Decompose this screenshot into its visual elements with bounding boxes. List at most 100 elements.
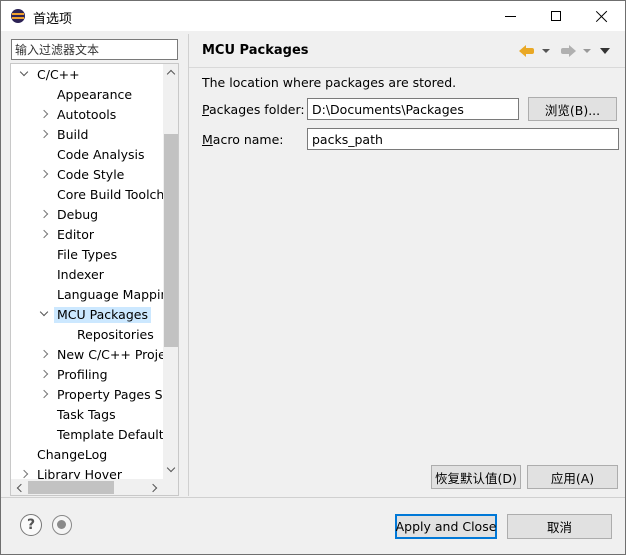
chevron-down-icon[interactable] [39, 309, 49, 319]
scroll-right-icon[interactable] [147, 479, 163, 495]
tree-item[interactable]: Debug [11, 205, 163, 225]
tree-item-label: Build [57, 127, 89, 142]
back-arrow-icon[interactable] [519, 42, 535, 60]
packages-folder-mnemonic: P [202, 102, 209, 117]
scroll-corner [163, 479, 178, 495]
preference-page: MCU Packages The location where packages… [188, 34, 625, 496]
window-title: 首选项 [33, 12, 73, 27]
chevron-right-icon[interactable] [39, 229, 49, 239]
tree-item[interactable]: Core Build Toolchains [11, 185, 163, 205]
chevron-right-icon[interactable] [39, 349, 49, 359]
apply-and-close-button[interactable]: Apply and Close [395, 514, 497, 539]
tree-item[interactable]: Code Style [11, 165, 163, 185]
tree-vertical-scrollbar[interactable] [163, 64, 178, 479]
tree-item-label: Task Tags [57, 407, 116, 422]
apply-button[interactable]: 应用(A) [527, 465, 618, 489]
forward-history-dropdown[interactable] [582, 42, 592, 60]
tree-item[interactable]: File Types [11, 245, 163, 265]
tree-item[interactable]: Code Analysis [11, 145, 163, 165]
tree-item[interactable]: Indexer [11, 265, 163, 285]
tree-item-label: Autotools [57, 107, 117, 122]
tree-item[interactable]: Property Pages Settings [11, 385, 163, 405]
help-icon[interactable]: ? [20, 514, 42, 536]
tree-item-label: Editor [57, 227, 94, 242]
eclipse-app-icon [11, 9, 25, 23]
tree-item-label: Debug [57, 207, 99, 222]
page-description: The location where packages are stored. [202, 75, 457, 90]
tree-item-label: Core Build Toolchains [57, 187, 163, 202]
tree-item-label: Language Mappings [57, 287, 163, 302]
macro-name-label-text: acro name: [212, 132, 284, 147]
packages-folder-label: Packages folder: [202, 102, 305, 117]
chevron-right-icon[interactable] [39, 369, 49, 379]
preferences-window: 首选项 C/C++ Appearance Autotools Build Code An… [0, 0, 626, 555]
tree-horizontal-scrollbar[interactable] [11, 479, 178, 495]
tree-item[interactable]: ChangeLog [11, 445, 163, 465]
tree-item[interactable]: Language Mappings [11, 285, 163, 305]
preferences-tree: C/C++ Appearance Autotools Build Code Analys… [10, 63, 179, 496]
restore-defaults-button[interactable]: 恢复默认值(D) [431, 465, 521, 489]
tree-item[interactable]: Task Tags [11, 405, 163, 425]
tree-item-label: ChangeLog [37, 447, 108, 462]
scroll-down-icon[interactable] [163, 463, 178, 479]
scroll-thumb[interactable] [164, 134, 178, 347]
packages-folder-label-text: ackages folder: [208, 102, 305, 117]
cancel-button[interactable]: 取消 [507, 514, 612, 539]
bottom-separator [1, 497, 625, 498]
back-history-dropdown[interactable] [541, 42, 551, 60]
maximize-icon [551, 11, 561, 21]
tree-item-label: Indexer [57, 267, 104, 282]
packages-folder-input[interactable] [307, 98, 519, 120]
tree-item[interactable]: Editor [11, 225, 163, 245]
macro-name-input[interactable] [307, 128, 619, 150]
browse-button[interactable]: 浏览(B)... [528, 97, 617, 121]
chevron-right-icon[interactable] [39, 169, 49, 179]
tree-item-label: Property Pages Settings [57, 387, 163, 402]
tree-item[interactable]: Build [11, 125, 163, 145]
title-separator [189, 67, 625, 68]
tree-item[interactable]: C/C++ [11, 65, 163, 85]
tree-item-label: Code Analysis [57, 147, 145, 162]
macro-name-mnemonic: M [202, 132, 213, 147]
scroll-left-icon[interactable] [11, 479, 27, 495]
tree-item[interactable]: Template Default Values [11, 425, 163, 445]
chevron-down-icon[interactable] [19, 69, 29, 79]
filter-input[interactable] [11, 39, 178, 60]
tree-item[interactable]: MCU Packages [11, 305, 163, 325]
panel-splitter[interactable] [184, 34, 187, 496]
view-menu-button[interactable] [600, 42, 612, 60]
close-icon [596, 10, 608, 22]
chevron-right-icon[interactable] [19, 469, 29, 479]
chevron-right-icon[interactable] [39, 129, 49, 139]
tree-item-label: Repositories [77, 327, 154, 342]
minimize-button[interactable] [487, 1, 533, 31]
view-menu-icon [600, 48, 610, 54]
chevron-right-icon[interactable] [39, 109, 49, 119]
chevron-right-icon[interactable] [39, 389, 49, 399]
close-button[interactable] [579, 1, 625, 31]
chevron-right-icon[interactable] [39, 209, 49, 219]
tree-item[interactable]: New C/C++ Project Wizard [11, 345, 163, 365]
tree-item[interactable]: Appearance [11, 85, 163, 105]
tree-item-label: Template Default Values [57, 427, 163, 442]
scroll-up-icon[interactable] [163, 64, 178, 80]
tree-item[interactable]: Repositories [11, 325, 163, 345]
tree-item-label: New C/C++ Project Wizard [57, 347, 163, 362]
chevron-down-icon [542, 49, 550, 53]
page-title: MCU Packages [202, 43, 309, 58]
tree-item-label: File Types [57, 247, 118, 262]
tree-item-label: Profiling [57, 367, 108, 382]
tree-item-label: Code Style [57, 167, 125, 182]
tree-item[interactable]: Profiling [11, 365, 163, 385]
macro-name-label: Macro name: [202, 132, 283, 147]
forward-arrow-icon[interactable] [560, 42, 576, 60]
maximize-button[interactable] [533, 1, 579, 31]
record-icon[interactable] [52, 515, 72, 535]
hscroll-thumb[interactable] [28, 481, 114, 494]
tree-item-label: C/C++ [37, 67, 80, 82]
tree-item-label: Appearance [57, 87, 133, 102]
title-bar: 首选项 [1, 1, 625, 31]
tree-item[interactable]: Autotools [11, 105, 163, 125]
tree-item-label: MCU Packages [54, 307, 151, 323]
minimize-icon [504, 15, 516, 17]
